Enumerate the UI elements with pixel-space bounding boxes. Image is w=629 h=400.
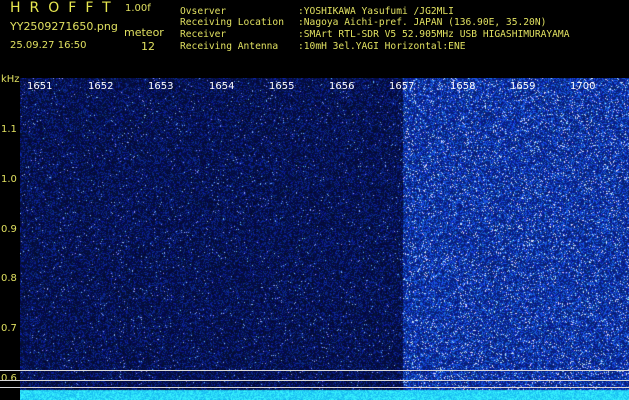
antenna-label: Receiving Antenna xyxy=(180,41,279,52)
event-count: 12 xyxy=(141,40,155,53)
x-tick-label: 1658 xyxy=(450,81,476,92)
marker-line xyxy=(0,387,629,388)
y-tick-label: 1.1 xyxy=(1,124,17,135)
receiver-label: Receiver xyxy=(180,29,227,40)
x-tick-label: 1656 xyxy=(329,81,355,92)
x-tick-label: 1700 xyxy=(570,81,596,92)
x-tick-label: 1655 xyxy=(269,81,295,92)
y-tick-label: 0.8 xyxy=(1,273,17,284)
antenna-value: :10mH 3el.YAGI Horizontal:ENE xyxy=(298,41,466,52)
app-version: 1.00f xyxy=(125,3,151,14)
x-tick-label: 1654 xyxy=(209,81,235,92)
frequency-unit-label: kHz xyxy=(1,74,20,85)
mode-label: meteor xyxy=(124,26,164,39)
receiver-row: Receiver :SMArt RTL-SDR V5 52.905MHz USB … xyxy=(180,29,569,40)
location-row: Receiving Location :Nagoya Aichi-pref. JA… xyxy=(180,17,546,28)
timestamp: 25.09.27 16:50 xyxy=(10,40,87,51)
location-label: Receiving Location xyxy=(180,17,284,28)
marker-line xyxy=(0,380,629,381)
y-tick-label: 0.6 xyxy=(1,373,17,384)
x-tick-label: 1657 xyxy=(389,81,415,92)
x-tick-label: 1659 xyxy=(510,81,536,92)
app-title: HROFFT xyxy=(10,0,120,16)
receiver-value: :SMArt RTL-SDR V5 52.905MHz USB HIGASHIM… xyxy=(298,29,570,40)
location-value: :Nagoya Aichi-pref. JAPAN (136.90E, 35.2… xyxy=(298,17,547,28)
observer-label: Ovserver xyxy=(180,6,227,17)
observer-value: :YOSHIKAWA Yasufumi /JG2MLI xyxy=(298,6,454,17)
antenna-row: Receiving Antenna :10mH 3el.YAGI Horizont… xyxy=(180,41,466,52)
observer-row: Ovserver :YOSHIKAWA Yasufumi /JG2MLI xyxy=(180,6,454,17)
marker-line xyxy=(0,370,629,371)
y-tick-label: 1.0 xyxy=(1,174,17,185)
y-tick-label: 0.7 xyxy=(1,323,17,334)
y-tick-label: 0.9 xyxy=(1,224,17,235)
x-tick-label: 1652 xyxy=(88,81,114,92)
x-tick-label: 1653 xyxy=(148,81,174,92)
file-name: YY2509271650.png xyxy=(10,20,118,33)
waterfall-display xyxy=(20,78,629,400)
spectrogram-panel: kHz 1.1 1.0 0.9 0.8 0.7 0.6 1651 1652 16… xyxy=(0,74,629,400)
x-tick-label: 1651 xyxy=(27,81,53,92)
